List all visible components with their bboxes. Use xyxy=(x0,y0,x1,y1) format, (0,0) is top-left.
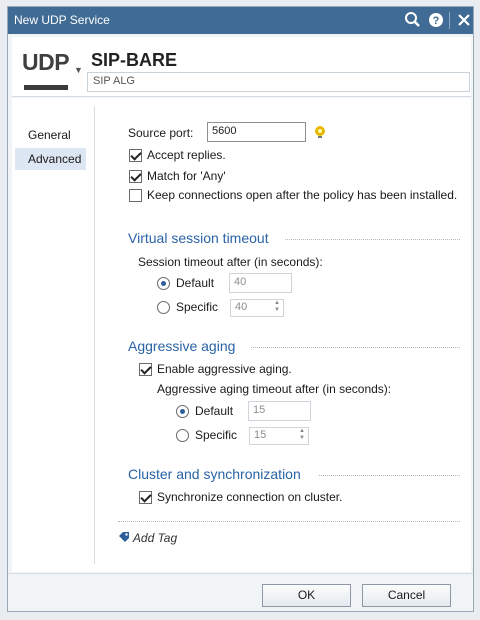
nav-item-advanced[interactable]: Advanced xyxy=(15,148,86,170)
advanced-content: Source port: 5600 Accept replies. Match … xyxy=(102,98,471,572)
section-divider xyxy=(319,475,460,476)
aging-timeout-subtitle: Aggressive aging timeout after (in secon… xyxy=(157,382,392,396)
aging-default-radio[interactable] xyxy=(176,405,189,418)
nav-item-label: General xyxy=(28,128,71,142)
session-default-value: 40 xyxy=(229,273,292,293)
virtual-session-section-title: Virtual session timeout xyxy=(128,230,269,246)
source-port-label: Source port: xyxy=(128,126,194,140)
aging-specific-radio[interactable] xyxy=(176,429,189,442)
sync-connection-label: Synchronize connection on cluster. xyxy=(157,490,343,504)
udp-logo: UDP xyxy=(22,45,70,91)
close-icon[interactable] xyxy=(454,10,474,30)
session-specific-radio[interactable] xyxy=(157,301,170,314)
match-any-label: Match for 'Any' xyxy=(147,169,226,183)
logo-text: UDP xyxy=(22,49,70,75)
enable-aggressive-aging-label: Enable aggressive aging. xyxy=(157,362,292,376)
service-name: SIP-BARE xyxy=(91,50,178,70)
main-panel: General Advanced Source port: 5600 Accep… xyxy=(12,98,471,572)
session-specific-label: Specific xyxy=(176,300,219,314)
accept-replies-label: Accept replies. xyxy=(147,148,226,162)
match-any-checkbox[interactable] xyxy=(129,170,142,183)
cluster-section-title: Cluster and synchronization xyxy=(128,466,301,482)
session-default-label: Default xyxy=(176,276,215,290)
lightbulb-icon[interactable] xyxy=(313,125,327,142)
cancel-button[interactable]: Cancel xyxy=(362,584,451,607)
svg-text:?: ? xyxy=(433,15,440,27)
session-specific-value: 40 xyxy=(235,301,248,313)
help-icon[interactable]: ? xyxy=(426,10,446,30)
aging-default-label: Default xyxy=(195,404,234,418)
chevron-down-icon[interactable]: ▼ xyxy=(74,65,83,75)
accept-replies-checkbox[interactable] xyxy=(129,149,142,162)
window-title: New UDP Service xyxy=(14,13,110,27)
tag-icon xyxy=(118,531,133,545)
comment-field[interactable]: SIP ALG xyxy=(87,72,470,92)
session-specific-spinner: 40 ▲ ▼ xyxy=(230,299,284,317)
keep-connections-checkbox[interactable] xyxy=(129,189,142,202)
add-tag-label: Add Tag xyxy=(132,531,178,545)
aggressive-aging-section-title: Aggressive aging xyxy=(128,338,236,354)
ok-button[interactable]: OK xyxy=(262,584,351,607)
aging-default-value: 15 xyxy=(248,401,311,421)
section-divider xyxy=(285,239,460,240)
spinner-arrows-icon: ▲ ▼ xyxy=(299,428,305,441)
title-bar: New UDP Service ? xyxy=(8,7,473,34)
aging-specific-spinner: 15 ▲ ▼ xyxy=(249,427,309,445)
session-default-radio[interactable] xyxy=(157,277,170,290)
logo-underline xyxy=(24,85,68,90)
nav-divider xyxy=(94,106,95,564)
bottom-divider xyxy=(118,521,460,522)
section-divider xyxy=(251,347,460,348)
aging-specific-label: Specific xyxy=(195,428,238,442)
new-udp-service-dialog: New UDP Service ? UDP ▼ SIP-BARE SIP ALG… xyxy=(7,6,474,612)
object-header: UDP ▼ SIP-BARE SIP ALG xyxy=(12,37,471,97)
aging-specific-value: 15 xyxy=(254,429,267,441)
nav-item-general[interactable]: General xyxy=(15,124,86,146)
dialog-footer: OK Cancel xyxy=(8,573,473,613)
enable-aggressive-aging-checkbox[interactable] xyxy=(139,363,152,376)
session-timeout-subtitle: Session timeout after (in seconds): xyxy=(138,255,323,269)
side-nav: General Advanced xyxy=(12,98,92,572)
nav-item-label: Advanced xyxy=(28,152,82,166)
add-tag-link[interactable]: Add Tag xyxy=(118,531,177,545)
source-port-input[interactable]: 5600 xyxy=(207,122,306,142)
spinner-arrows-icon: ▲ ▼ xyxy=(274,300,280,313)
search-icon[interactable] xyxy=(403,10,423,30)
sync-connection-checkbox[interactable] xyxy=(139,491,152,504)
titlebar-separator xyxy=(449,12,450,29)
keep-connections-label: Keep connections open after the policy h… xyxy=(147,188,458,202)
